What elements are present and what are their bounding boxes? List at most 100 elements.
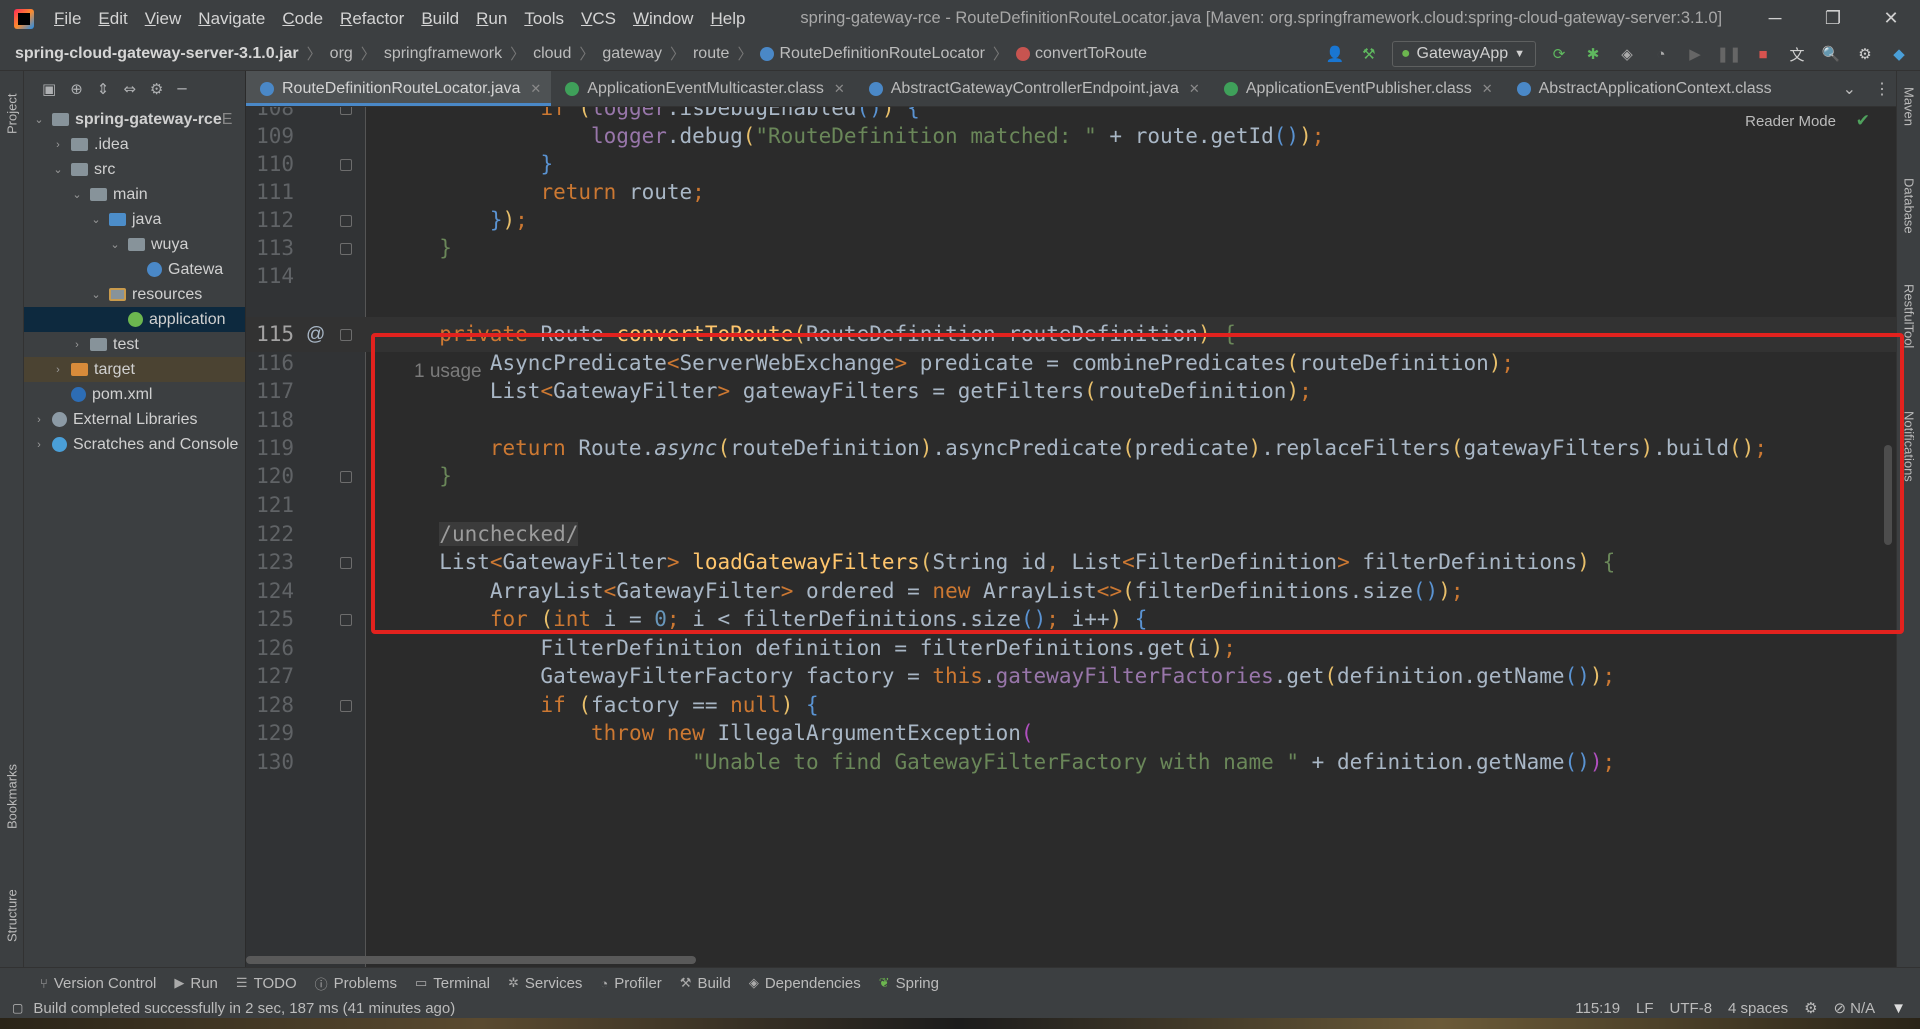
- menu-build[interactable]: Build: [421, 9, 459, 29]
- user-icon[interactable]: 👤: [1324, 43, 1346, 65]
- collapse-all-icon[interactable]: ⇔: [123, 80, 136, 98]
- menu-tools[interactable]: Tools: [524, 9, 564, 29]
- menu-code[interactable]: Code: [282, 9, 323, 29]
- more-icon[interactable]: ⋮: [1874, 79, 1890, 99]
- chevron-down-icon[interactable]: ⌄: [108, 238, 122, 251]
- code-line[interactable]: 130 "Unable to find GatewayFilterFactory…: [246, 745, 1896, 780]
- horizontal-scrollbar[interactable]: [246, 956, 696, 964]
- tree-item[interactable]: › target: [24, 357, 245, 382]
- tool-spring[interactable]: ❦ Spring: [879, 975, 939, 992]
- chevron-down-icon[interactable]: ⌄: [70, 188, 84, 201]
- shield-icon[interactable]: ▼: [1891, 1000, 1906, 1017]
- breadcrumb-class[interactable]: RouteDefinitionRouteLocator: [779, 45, 984, 63]
- close-icon[interactable]: ✕: [834, 81, 845, 97]
- minimize-button[interactable]: ─: [1746, 0, 1804, 37]
- chevron-down-icon[interactable]: ⌄: [89, 213, 103, 226]
- coverage-icon[interactable]: ◈: [1616, 43, 1638, 65]
- pause-icon[interactable]: ❚❚: [1716, 43, 1741, 65]
- menu-refactor[interactable]: Refactor: [340, 9, 404, 29]
- tree-item[interactable]: › Scratches and Console: [24, 432, 245, 457]
- tab-abstractgatewaycontrollerendpoint[interactable]: AbstractGatewayControllerEndpoint.java ✕: [855, 71, 1210, 106]
- fold-marker-icon[interactable]: [340, 159, 352, 171]
- tool-run[interactable]: ▶ Run: [174, 975, 218, 992]
- debug-icon[interactable]: ✱: [1582, 43, 1604, 65]
- status-message[interactable]: Build completed successfully in 2 sec, 1…: [33, 1000, 455, 1017]
- menu-view[interactable]: View: [145, 9, 182, 29]
- profile-icon[interactable]: ◔: [1650, 43, 1672, 65]
- restore-button[interactable]: ❐: [1804, 0, 1862, 37]
- chevron-down-icon[interactable]: ⌄: [51, 163, 65, 176]
- tool-tab-maven[interactable]: Maven: [1899, 77, 1919, 137]
- tab-applicationeventmulticaster[interactable]: ApplicationEventMulticaster.class ✕: [551, 71, 854, 106]
- tab-abstractapplicationcontext[interactable]: AbstractApplicationContext.class: [1503, 71, 1782, 106]
- tree-item[interactable]: pom.xml: [24, 382, 245, 407]
- fold-marker-icon[interactable]: [340, 107, 352, 115]
- tool-tab-project[interactable]: Project: [2, 79, 22, 149]
- chevron-right-icon[interactable]: ›: [32, 414, 46, 426]
- fold-marker-icon[interactable]: [340, 215, 352, 227]
- chevron-right-icon[interactable]: ›: [51, 139, 65, 151]
- vertical-scrollbar[interactable]: [1884, 445, 1892, 545]
- breadcrumb-route[interactable]: route: [693, 45, 729, 63]
- breadcrumb-jar[interactable]: spring-cloud-gateway-server-3.1.0.jar: [15, 45, 299, 63]
- tool-version-control[interactable]: ⑂ Version Control: [40, 975, 156, 992]
- settings-icon[interactable]: ⚙: [1804, 999, 1817, 1017]
- tree-item[interactable]: application: [24, 307, 245, 332]
- fold-marker-icon[interactable]: [340, 557, 352, 569]
- tool-profiler[interactable]: ◔ Profiler: [600, 975, 661, 992]
- chevron-right-icon[interactable]: ›: [51, 364, 65, 376]
- breadcrumb-gateway[interactable]: gateway: [602, 45, 662, 63]
- close-icon[interactable]: ✕: [1482, 81, 1493, 97]
- tree-item[interactable]: ⌄ main: [24, 182, 245, 207]
- breadcrumb-org[interactable]: org: [330, 45, 353, 63]
- close-icon[interactable]: ✕: [530, 81, 541, 97]
- menu-window[interactable]: Window: [633, 9, 693, 29]
- tool-todo[interactable]: ☰ TODO: [236, 975, 297, 992]
- tree-item[interactable]: › test: [24, 332, 245, 357]
- tool-terminal[interactable]: ▭ Terminal: [415, 975, 490, 992]
- tool-problems[interactable]: ⓘ Problems: [315, 974, 397, 993]
- tool-tab-bookmarks[interactable]: Bookmarks: [2, 751, 22, 841]
- tree-item[interactable]: ⌄ java: [24, 207, 245, 232]
- search-icon[interactable]: 🔍: [1820, 43, 1842, 65]
- gear-icon[interactable]: ⚙: [1854, 43, 1876, 65]
- translate-icon[interactable]: 文: [1786, 43, 1808, 65]
- breadcrumb-springframework[interactable]: springframework: [384, 45, 502, 63]
- close-icon[interactable]: ✕: [1189, 81, 1200, 97]
- toolbox-icon[interactable]: ◆: [1888, 43, 1910, 65]
- close-button[interactable]: ✕: [1862, 0, 1920, 37]
- locate-icon[interactable]: ⊕: [70, 80, 83, 98]
- chevron-down-icon[interactable]: ⌄: [89, 288, 103, 301]
- gear-icon[interactable]: ⚙: [150, 80, 163, 98]
- tree-item[interactable]: ⌄ src: [24, 157, 245, 182]
- rerun-icon[interactable]: ⟳: [1548, 43, 1570, 65]
- tab-applicationeventpublisher[interactable]: ApplicationEventPublisher.class ✕: [1210, 71, 1503, 106]
- menu-run[interactable]: Run: [476, 9, 507, 29]
- breadcrumb-method[interactable]: convertToRoute: [1035, 45, 1147, 63]
- tree-item[interactable]: › External Libraries: [24, 407, 245, 432]
- chevron-down-icon[interactable]: ⌄: [32, 113, 46, 126]
- na-label[interactable]: N/A: [1850, 1000, 1875, 1017]
- stop-icon[interactable]: ■: [1752, 43, 1774, 65]
- resume-icon[interactable]: ▶: [1684, 43, 1706, 65]
- panel-layout-icon[interactable]: ▣: [42, 80, 56, 98]
- panel-toggle-icon[interactable]: ▢: [12, 1001, 23, 1015]
- tool-dependencies[interactable]: ◈ Dependencies: [749, 975, 861, 992]
- tree-item[interactable]: ⌄ spring-gateway-rce E: [24, 107, 245, 132]
- caret-position[interactable]: 115:19: [1575, 1000, 1620, 1017]
- fold-marker-icon[interactable]: [340, 471, 352, 483]
- hammer-build-icon[interactable]: ⚒: [1358, 43, 1380, 65]
- expand-all-icon[interactable]: ⇕: [97, 80, 110, 98]
- code-line[interactable]: 114: [246, 259, 1896, 294]
- menu-navigate[interactable]: Navigate: [198, 9, 265, 29]
- fold-marker-icon[interactable]: [340, 329, 352, 341]
- tree-item[interactable]: › .idea: [24, 132, 245, 157]
- hide-icon[interactable]: ─: [177, 80, 186, 98]
- fold-marker-icon[interactable]: [340, 614, 352, 626]
- file-encoding[interactable]: UTF-8: [1670, 1000, 1713, 1017]
- tool-tab-database[interactable]: Database: [1899, 161, 1919, 251]
- tree-item[interactable]: ⌄ wuya: [24, 232, 245, 257]
- menu-vcs[interactable]: VCS: [581, 9, 616, 29]
- chevron-right-icon[interactable]: ›: [32, 439, 46, 451]
- tree-item[interactable]: ⌄ resources: [24, 282, 245, 307]
